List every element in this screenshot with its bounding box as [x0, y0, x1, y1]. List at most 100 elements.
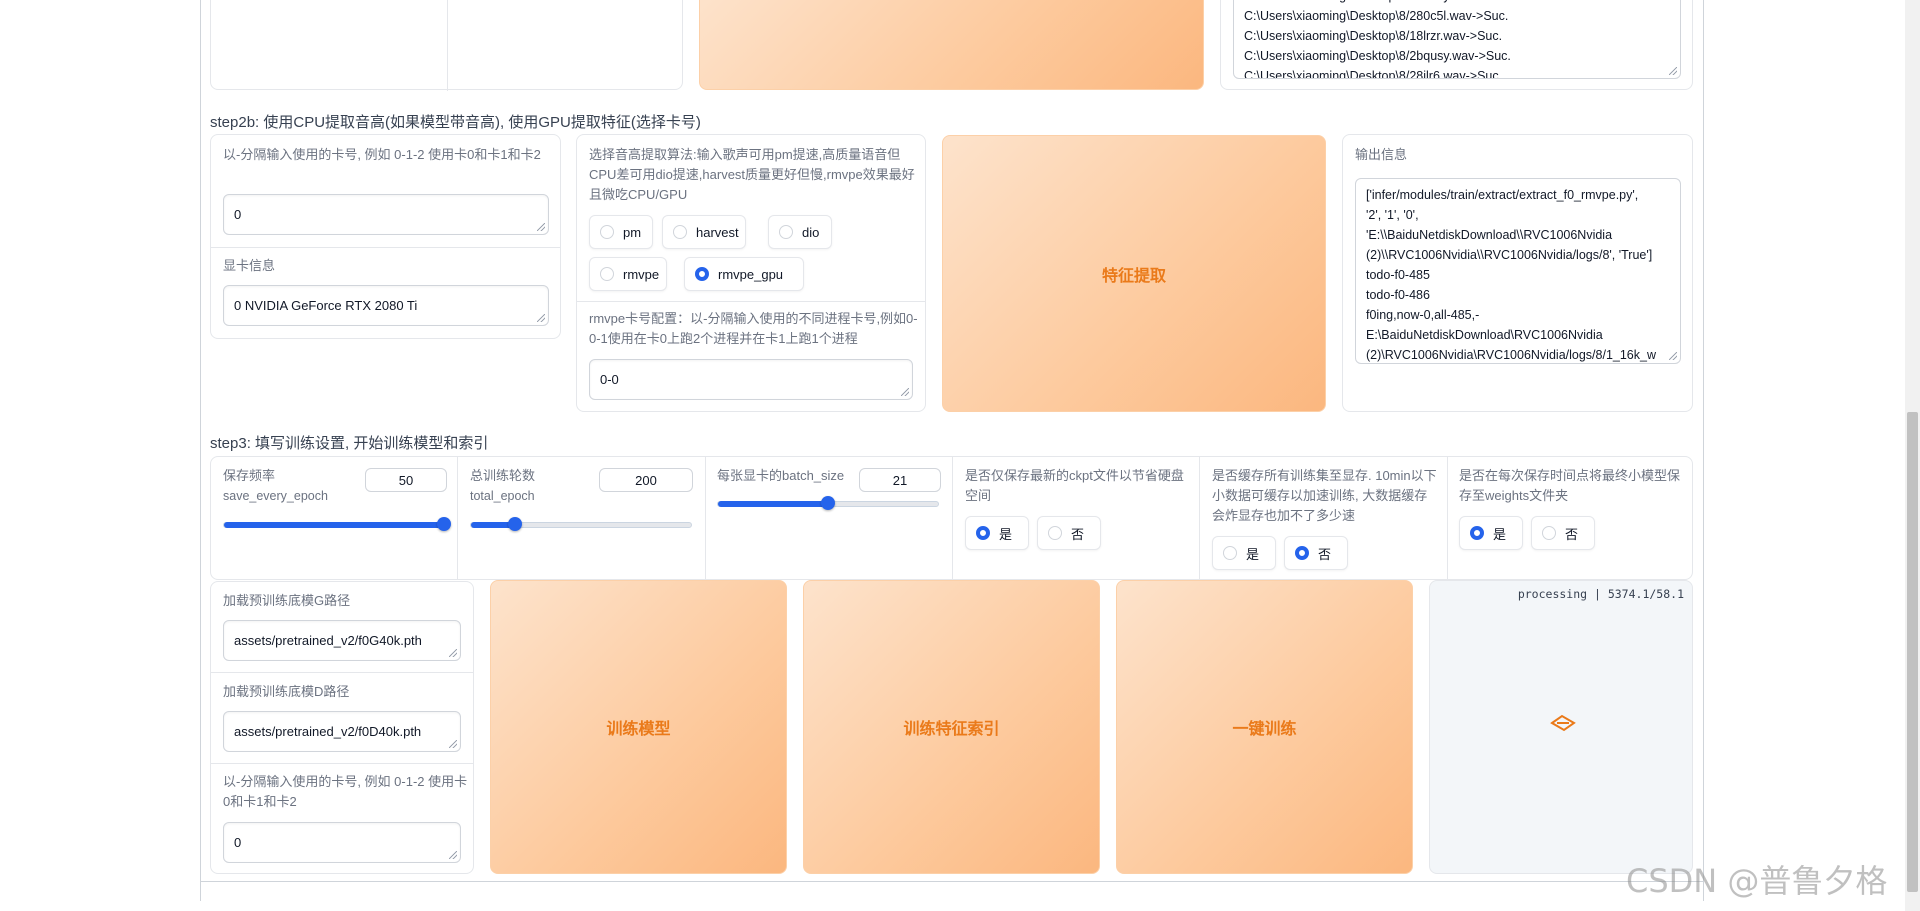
radio-cache-no[interactable]: 否	[1284, 536, 1348, 570]
total-epoch-number[interactable]: 200	[599, 468, 693, 492]
radio-f0-pm[interactable]: pm	[589, 215, 653, 249]
log-lines: C:\Users\xiaoming\Desktop\8/2md1iy.wav->…	[1244, 0, 1670, 79]
radio-label: harvest	[696, 224, 739, 240]
gpus-input[interactable]: 0	[223, 194, 549, 235]
radio-dot	[1223, 546, 1237, 560]
f0-method-label: 选择音高提取算法:输入歌声可用pm提速,高质量语音但CPU差可用dio提速,ha…	[589, 147, 915, 202]
output-line: (2)\\RVC1006Nvidia\\RVC1006Nvidia/logs/8…	[1366, 248, 1653, 262]
rmvpe-gpus-label: rmvpe卡号配置：以-分隔输入使用的不同进程卡号,例如0-0-1使用在卡0上跑…	[589, 311, 918, 346]
radio-latest-ckpt-yes[interactable]: 是	[965, 516, 1029, 550]
radio-f0-harvest[interactable]: harvest	[662, 215, 746, 249]
gpus-label: 以-分隔输入使用的卡号, 例如 0-1-2 使用卡0和卡1和卡2	[223, 147, 541, 162]
pretrained-d-label: 加载预训练底模D路径	[223, 684, 350, 699]
output-lines: ['infer/modules/train/extract/extract_f0…	[1366, 185, 1670, 363]
slider-fill	[224, 522, 444, 528]
total-epoch-slider[interactable]	[470, 517, 692, 531]
extract-feature-button[interactable]: 特征提取	[942, 135, 1326, 412]
radio-f0-dio[interactable]: dio	[768, 215, 832, 249]
radio-save-weights-yes[interactable]: 是	[1459, 516, 1523, 550]
radio-label: 是	[1493, 526, 1507, 542]
frame-left-border	[200, 0, 201, 901]
radio-dot-selected	[695, 267, 709, 281]
slider-fill	[718, 501, 828, 507]
output-line: todo-f0-485	[1366, 268, 1430, 282]
batch-size-label: 每张显卡的batch_size	[717, 468, 845, 483]
train-model-button[interactable]: 训练模型	[490, 580, 787, 874]
step2b-output-panel: 输出信息 ['infer/modules/train/extract/extra…	[1342, 134, 1693, 412]
step3-title: step3: 填写训练设置, 开始训练模型和索引	[210, 435, 489, 452]
slider-thumb[interactable]	[508, 517, 522, 531]
radio-cache-yes[interactable]: 是	[1212, 536, 1276, 570]
radio-label: 是	[999, 526, 1013, 542]
latest-ckpt-label: 是否仅保存最新的ckpt文件以节省硬盘空间	[965, 468, 1184, 503]
prev-step-output-log[interactable]: C:\Users\xiaoming\Desktop\8/2md1iy.wav->…	[1233, 0, 1681, 79]
radio-label: 否	[1565, 526, 1579, 542]
radio-label: dio	[802, 224, 820, 240]
progress-output-panel: processing | 5374.1/58.1	[1429, 580, 1693, 874]
radio-dot	[1542, 526, 1556, 540]
output-line: (2)\RVC1006Nvidia\RVC1006Nvidia/logs/8/1…	[1366, 348, 1656, 362]
gpu-info-field[interactable]: 0 NVIDIA GeForce RTX 2080 Ti	[223, 285, 549, 326]
radio-label: rmvpe	[623, 266, 660, 282]
batch-size-number[interactable]: 21	[859, 468, 941, 492]
loading-spinner-icon	[1550, 714, 1576, 732]
output-line: ['infer/modules/train/extract/extract_f0…	[1366, 188, 1639, 202]
total-epoch-sub: total_epoch	[470, 489, 535, 503]
step3-settings-panel: 保存频率 save_every_epoch 50 总训练轮数 total_epo…	[210, 456, 1693, 580]
pretrained-g-value: assets/pretrained_v2/f0G40k.pth	[234, 633, 422, 648]
radio-save-weights-no[interactable]: 否	[1531, 516, 1595, 550]
page-scrollbar[interactable]	[1905, 0, 1920, 911]
log-line: C:\Users\xiaoming\Desktop\8/28ilr6.wav->…	[1244, 69, 1503, 79]
log-line: C:\Users\xiaoming\Desktop\8/2bqusy.wav->…	[1244, 49, 1511, 63]
pretrained-d-value: assets/pretrained_v2/f0D40k.pth	[234, 724, 422, 739]
prev-step-output-panel: C:\Users\xiaoming\Desktop\8/2md1iy.wav->…	[1220, 0, 1693, 90]
rmvpe-gpus-value: 0-0	[600, 372, 619, 387]
radio-label: pm	[623, 224, 642, 240]
radio-dot	[600, 267, 614, 281]
slider-thumb[interactable]	[437, 517, 451, 531]
rmvpe-gpus-input[interactable]: 0-0	[589, 359, 913, 400]
radio-dot	[779, 225, 793, 239]
log-line: C:\Users\xiaoming\Desktop\8/280c5l.wav->…	[1244, 9, 1509, 23]
save-freq-label: 保存频率	[223, 468, 276, 483]
radio-dot-selected	[1295, 546, 1309, 560]
prev-step-button[interactable]	[699, 0, 1204, 90]
output-info-textarea[interactable]: ['infer/modules/train/extract/extract_f0…	[1355, 178, 1681, 364]
radio-label: rmvpe_gpu	[718, 266, 784, 282]
gpu-info-value: 0 NVIDIA GeForce RTX 2080 Ti	[234, 298, 418, 313]
output-line: E:\BaiduNetdiskDownload\RVC1006Nvidia	[1366, 328, 1603, 342]
save-freq-slider[interactable]	[223, 517, 451, 531]
batch-size-slider[interactable]	[717, 496, 939, 510]
scrollbar-thumb[interactable]	[1907, 412, 1918, 892]
output-line: 'E:\\BaiduNetdiskDownload\\RVC1006Nvidia	[1366, 228, 1613, 242]
radio-label: 否	[1318, 546, 1332, 562]
prev-step-input-panel	[210, 0, 683, 91]
frame-bottom-border	[200, 881, 1704, 882]
gpus-input-value: 0	[234, 207, 242, 222]
radio-f0-rmvpe[interactable]: rmvpe	[589, 257, 667, 291]
pretrained-d-input[interactable]: assets/pretrained_v2/f0D40k.pth	[223, 711, 461, 752]
frame-right-border	[1703, 0, 1704, 901]
train-gpus-input[interactable]: 0	[223, 822, 461, 863]
output-line: todo-f0-486	[1366, 288, 1430, 302]
radio-label: 是	[1246, 546, 1260, 562]
radio-f0-rmvpe-gpu[interactable]: rmvpe_gpu	[684, 257, 804, 291]
radio-dot	[600, 225, 614, 239]
cache-gpu-label: 是否缓存所有训练集至显存. 10min以下小数据可缓存以加速训练, 大数据缓存会…	[1212, 468, 1437, 523]
train-gpus-value: 0	[234, 835, 242, 850]
save-freq-number[interactable]: 50	[365, 468, 447, 492]
slider-thumb[interactable]	[821, 496, 835, 510]
radio-label: 否	[1071, 526, 1085, 542]
radio-dot	[1048, 526, 1062, 540]
step2b-title: step2b: 使用CPU提取音高(如果模型带音高), 使用GPU提取特征(选择…	[210, 114, 701, 131]
save-freq-sub: save_every_epoch	[223, 489, 328, 503]
one-click-train-button[interactable]: 一键训练	[1116, 580, 1413, 874]
output-line: '2', '1', '0',	[1366, 208, 1419, 222]
pretrained-g-input[interactable]: assets/pretrained_v2/f0G40k.pth	[223, 620, 461, 661]
train-index-button[interactable]: 训练特征索引	[803, 580, 1100, 874]
radio-latest-ckpt-no[interactable]: 否	[1037, 516, 1101, 550]
gpu-info-label: 显卡信息	[223, 258, 276, 273]
total-epoch-label: 总训练轮数	[470, 468, 536, 483]
radio-dot-selected	[1470, 526, 1484, 540]
watermark: CSDN @普鲁夕格	[1626, 862, 1888, 900]
